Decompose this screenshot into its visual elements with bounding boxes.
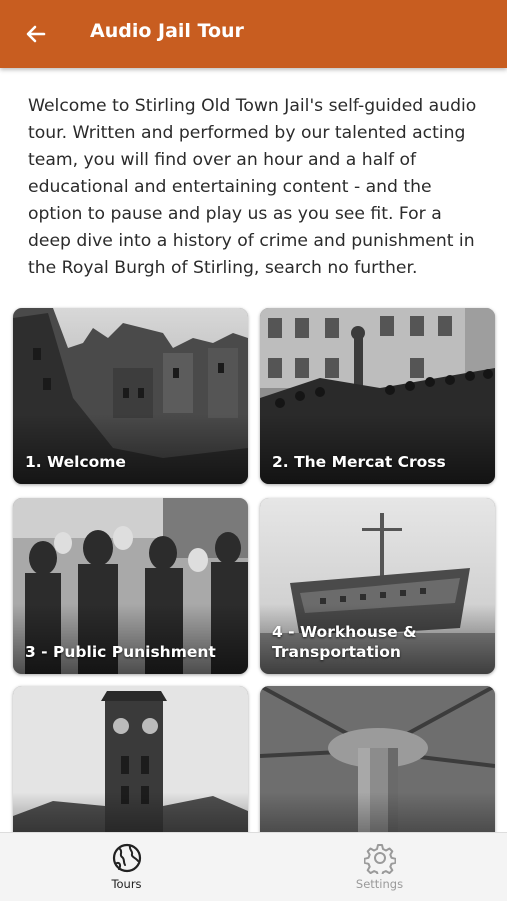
tour-title: 4 - Workhouse & Transportation	[272, 623, 417, 661]
tour-card-public-punishment[interactable]: 3 - Public Punishment	[13, 498, 248, 674]
tour-title: 2. The Mercat Cross	[272, 453, 446, 471]
tour-title: 1. Welcome	[25, 453, 126, 471]
bottom-tab-bar: Tours Settings	[0, 832, 507, 901]
tour-card-workhouse[interactable]: 4 - Workhouse & Transportation	[260, 498, 495, 674]
app-bar: Audio Jail Tour	[0, 0, 507, 68]
tab-label: Tours	[111, 877, 142, 891]
tab-tours[interactable]: Tours	[0, 833, 253, 901]
tour-card-mercat-cross[interactable]: 2. The Mercat Cross	[260, 308, 495, 484]
arrow-left-icon	[26, 25, 46, 43]
back-button[interactable]	[16, 14, 56, 54]
gear-icon	[363, 844, 396, 874]
tour-title: 3 - Public Punishment	[25, 643, 216, 661]
page-title: Audio Jail Tour	[90, 20, 244, 42]
intro-text: Welcome to Stirling Old Town Jail's self…	[28, 96, 477, 278]
tour-card-welcome[interactable]: 1. Welcome	[13, 308, 248, 484]
tab-label: Settings	[355, 877, 404, 891]
globe-icon	[112, 843, 141, 873]
tab-settings[interactable]: Settings	[253, 833, 506, 901]
